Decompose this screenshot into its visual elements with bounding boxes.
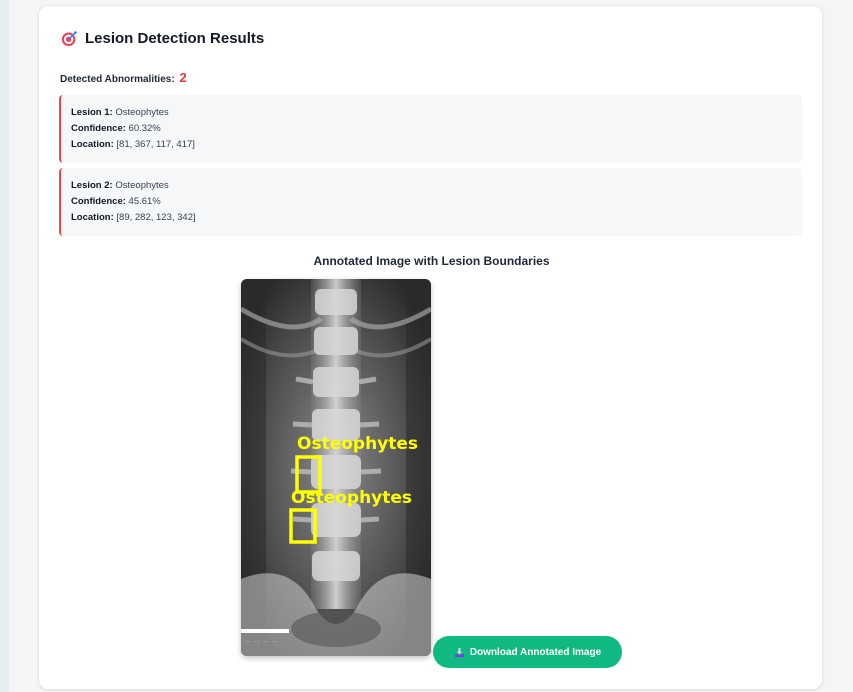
lesion-confidence-label: Confidence: (71, 196, 126, 207)
download-annotated-image-button[interactable]: Download Annotated Image (433, 636, 622, 668)
lesion-name-row: Lesion 2: Osteophytes (71, 178, 802, 194)
lesion-location-label: Location: (71, 212, 114, 223)
lesion-location: [81, 367, 117, 417] (116, 139, 195, 150)
lesion-name: Osteophytes (115, 107, 169, 118)
lesion-card: Lesion 1: Osteophytes Confidence: 60.32%… (59, 95, 802, 163)
lesion-box-label: Osteophytes (297, 434, 418, 454)
lesion-name-row: Lesion 1: Osteophytes (71, 105, 802, 121)
lesion-card: Lesion 2: Osteophytes Confidence: 45.61%… (59, 168, 802, 236)
page-title: Lesion Detection Results (85, 30, 265, 47)
results-card: Lesion Detection Results Detected Abnorm… (38, 5, 823, 690)
results-header: Lesion Detection Results (61, 30, 264, 47)
lesion-name: Osteophytes (115, 180, 169, 191)
lesion-confidence-row: Confidence: 45.61% (71, 194, 802, 210)
lesion-name-label: Lesion 1: (71, 107, 113, 118)
lesion-location: [89, 282, 123, 342] (116, 212, 196, 223)
download-button-label: Download Annotated Image (469, 646, 602, 658)
lesion-box-label: Osteophytes (291, 488, 412, 508)
svg-text:-- -- -- --: -- -- -- -- (245, 639, 278, 645)
lesion-location-label: Location: (71, 139, 114, 150)
lesion-location-row: Location: [81, 367, 117, 417] (71, 137, 802, 153)
xray-svg: -- -- -- -- Osteophytes Osteophytes (241, 279, 431, 656)
lesion-location-row: Location: [89, 282, 123, 342] (71, 210, 802, 226)
sidebar-edge (0, 0, 9, 692)
lesion-confidence: 60.32% (128, 123, 161, 134)
lesion-name-label: Lesion 2: (71, 180, 113, 191)
detected-summary: Detected Abnormalities: 2 (60, 70, 187, 85)
lesion-confidence-label: Confidence: (71, 123, 126, 134)
lesion-confidence: 45.61% (128, 196, 161, 207)
detected-label: Detected Abnormalities: (60, 74, 175, 85)
annotated-xray-image: -- -- -- -- Osteophytes Osteophytes (241, 279, 431, 656)
download-icon (454, 647, 464, 657)
annotated-image-title: Annotated Image with Lesion Boundaries (313, 254, 550, 268)
target-icon (61, 30, 78, 47)
lesion-confidence-row: Confidence: 60.32% (71, 121, 802, 137)
detected-count: 2 (179, 70, 187, 85)
